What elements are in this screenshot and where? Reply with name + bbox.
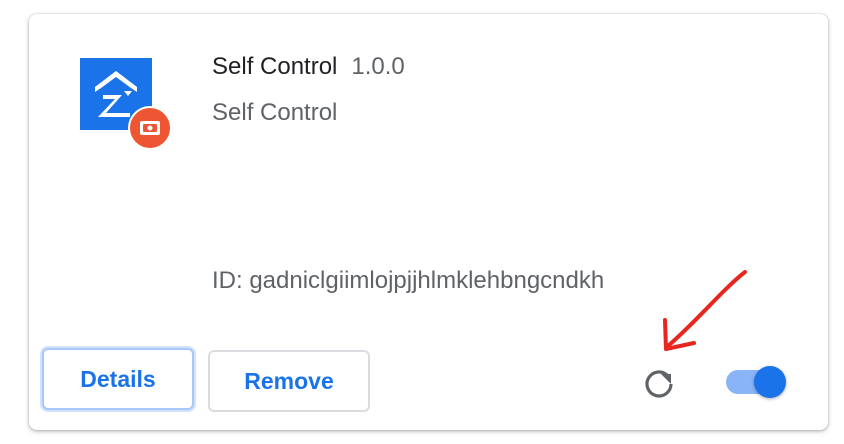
extension-id: ID: gadniclgiimlojpjjhlmklehbngcndkh bbox=[212, 267, 605, 294]
enable-toggle[interactable] bbox=[726, 366, 788, 398]
extension-icon-group bbox=[80, 58, 176, 154]
extension-card: Self Control 1.0.0 Self Control ID: gadni… bbox=[29, 14, 828, 430]
toggle-knob bbox=[754, 366, 786, 398]
reload-icon[interactable] bbox=[640, 364, 678, 402]
extension-description: Self Control bbox=[212, 99, 338, 126]
extension-version: 1.0.0 bbox=[351, 53, 405, 80]
extension-name: Self Control bbox=[212, 53, 338, 80]
unpacked-extension-badge-icon bbox=[128, 106, 172, 150]
details-button[interactable]: Details bbox=[42, 348, 194, 410]
extension-title-row: Self Control 1.0.0 bbox=[212, 52, 405, 82]
remove-button[interactable]: Remove bbox=[208, 350, 370, 412]
